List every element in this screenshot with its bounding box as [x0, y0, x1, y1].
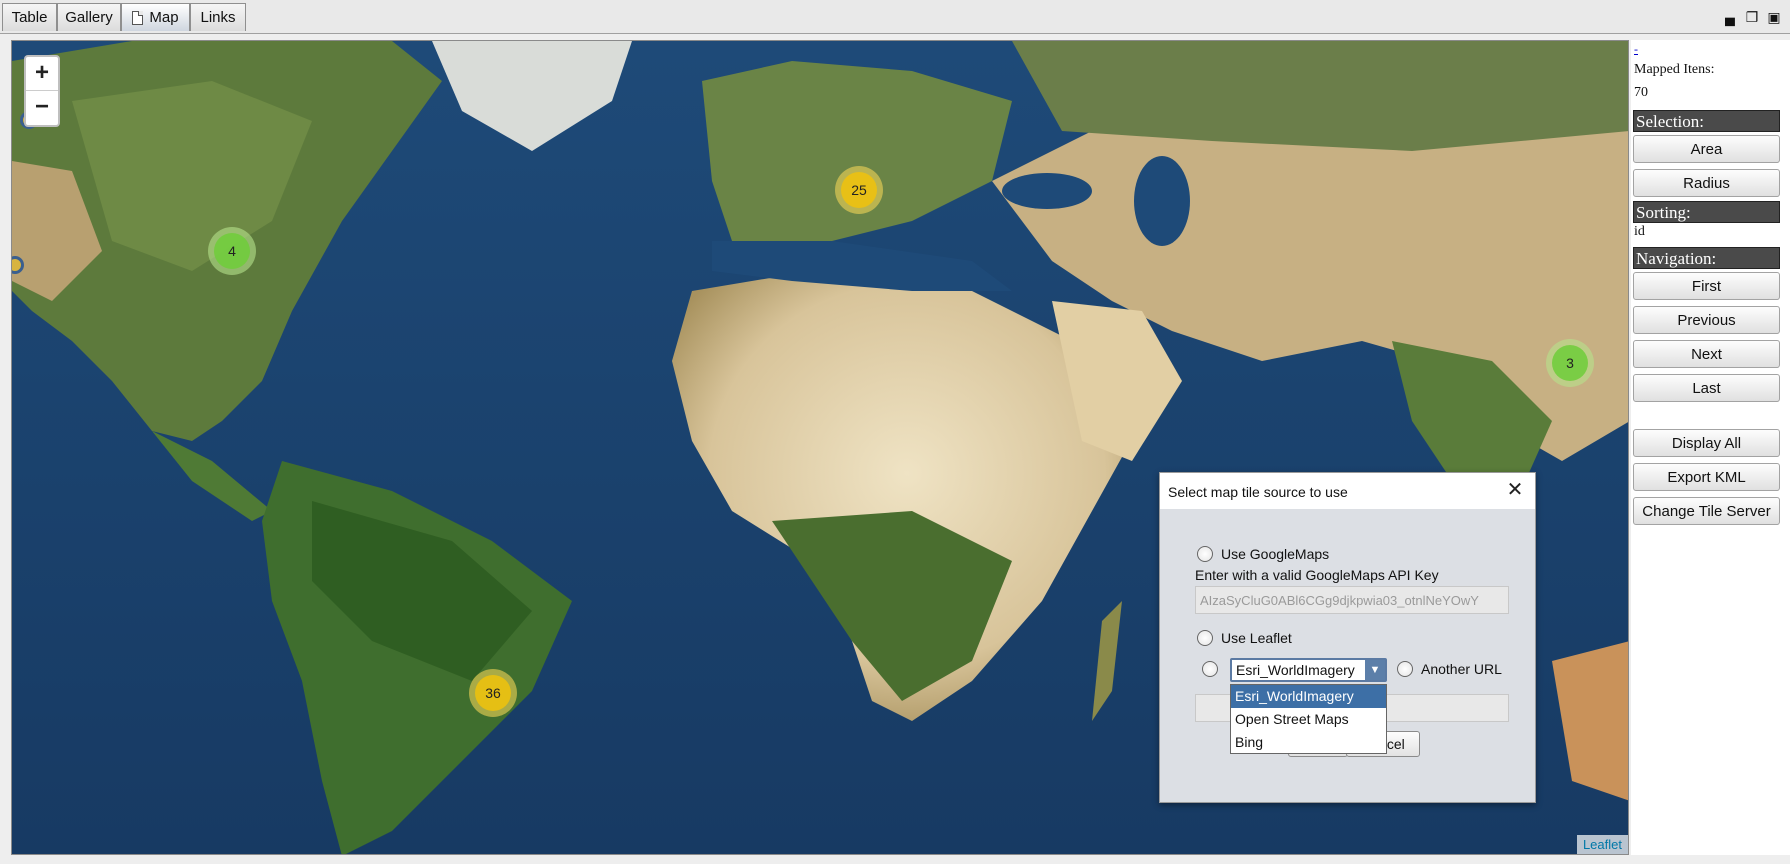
- first-button[interactable]: First: [1633, 272, 1780, 300]
- marker-cluster[interactable]: 25: [835, 166, 883, 214]
- api-key-input[interactable]: AIzaSyCluG0ABl6CGg9djkpwia03_otnlNeYOwY: [1195, 586, 1509, 614]
- dialog-title-bar: Select map tile source to use: [1160, 473, 1535, 509]
- mapped-items-label: Mapped Itens:: [1634, 62, 1715, 77]
- display-all-button[interactable]: Display All: [1633, 429, 1780, 457]
- zoom-out-button[interactable]: −: [26, 91, 58, 125]
- cluster-count: 4: [214, 233, 250, 269]
- restore-icon[interactable]: ❐: [1744, 9, 1760, 25]
- area-button[interactable]: Area: [1633, 135, 1780, 163]
- chevron-down-icon[interactable]: ▼: [1365, 660, 1385, 680]
- tab-label: Gallery: [65, 9, 113, 26]
- tile-source-dropdown: Esri_WorldImagery Open Street Maps Bing: [1230, 684, 1387, 754]
- export-kml-button[interactable]: Export KML: [1633, 463, 1780, 491]
- dropdown-option[interactable]: Esri_WorldImagery: [1231, 685, 1386, 708]
- document-icon: [132, 10, 144, 25]
- last-button[interactable]: Last: [1633, 374, 1780, 402]
- leaflet-attribution-link[interactable]: Leaflet: [1576, 835, 1628, 854]
- marker-cluster[interactable]: 4: [208, 227, 256, 275]
- side-panel: - Mapped Itens: 70 Selection: Area Radiu…: [1631, 40, 1790, 855]
- next-button[interactable]: Next: [1633, 340, 1780, 368]
- minimize-icon[interactable]: ▄: [1722, 9, 1738, 25]
- dropdown-option[interactable]: Open Street Maps: [1231, 708, 1386, 731]
- close-icon[interactable]: ✕: [1505, 479, 1525, 501]
- sorting-value: id: [1634, 224, 1645, 239]
- dropdown-option[interactable]: Bing: [1231, 731, 1386, 754]
- cluster-count: 25: [841, 172, 877, 208]
- navigation-header: Navigation:: [1633, 247, 1780, 269]
- dialog-title: Select map tile source to use: [1168, 484, 1348, 500]
- tab-gallery[interactable]: Gallery: [57, 3, 121, 31]
- leaflet-label: Use Leaflet: [1221, 630, 1292, 646]
- zoom-in-button[interactable]: +: [26, 57, 58, 91]
- tab-links[interactable]: Links: [190, 3, 246, 31]
- marker-cluster[interactable]: 36: [469, 669, 517, 717]
- cluster-count: 3: [1552, 345, 1588, 381]
- leaflet-preset-radio[interactable]: [1202, 661, 1218, 677]
- panel-link[interactable]: -: [1634, 42, 1638, 57]
- tab-table[interactable]: Table: [2, 3, 57, 31]
- another-url-radio[interactable]: [1397, 661, 1413, 677]
- tab-map[interactable]: Map: [121, 3, 190, 31]
- tab-label: Links: [200, 9, 236, 26]
- tab-label: Table: [11, 9, 48, 26]
- zoom-control: + −: [24, 55, 60, 127]
- sorting-header: Sorting:: [1633, 201, 1780, 223]
- tab-label: Map: [149, 9, 179, 26]
- maximize-icon[interactable]: ▣: [1766, 9, 1782, 25]
- tile-source-selected: Esri_WorldImagery: [1236, 662, 1355, 678]
- another-url-label: Another URL: [1421, 661, 1502, 677]
- google-maps-label: Use GoogleMaps: [1221, 546, 1330, 562]
- cluster-count: 36: [475, 675, 511, 711]
- google-maps-radio[interactable]: [1197, 546, 1213, 562]
- tab-bar: Table Gallery Map Links ▄ ❐ ▣: [0, 0, 1790, 34]
- marker-cluster[interactable]: 3: [1546, 339, 1594, 387]
- radius-button[interactable]: Radius: [1633, 169, 1780, 197]
- leaflet-radio[interactable]: [1197, 630, 1213, 646]
- mapped-items-count: 70: [1634, 85, 1648, 100]
- selection-header: Selection:: [1633, 110, 1780, 132]
- change-tile-server-button[interactable]: Change Tile Server: [1633, 497, 1780, 525]
- tile-source-select[interactable]: Esri_WorldImagery ▼: [1230, 658, 1387, 682]
- previous-button[interactable]: Previous: [1633, 306, 1780, 334]
- api-key-label: Enter with a valid GoogleMaps API Key: [1195, 567, 1439, 583]
- tile-source-dialog: Select map tile source to use ✕ Use Goog…: [1159, 472, 1536, 803]
